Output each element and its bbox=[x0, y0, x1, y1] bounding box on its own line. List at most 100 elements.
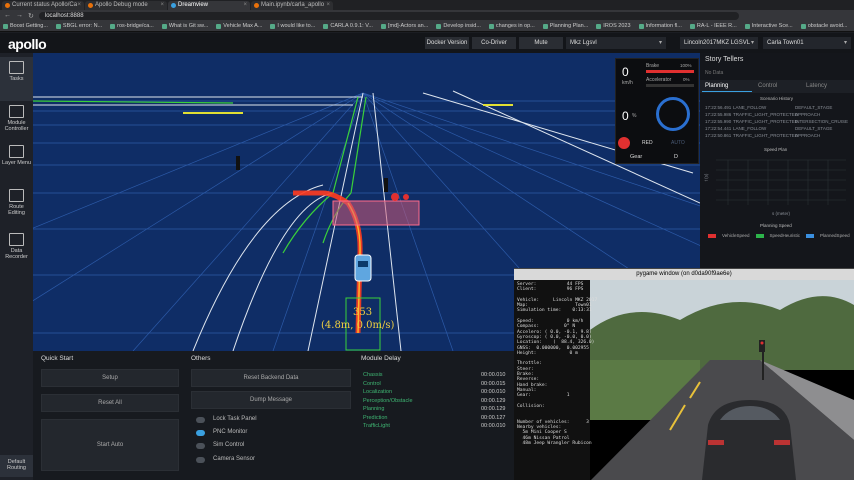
browser-tab[interactable]: Apollo Debug mode × bbox=[85, 0, 167, 10]
mute-button[interactable]: Mute bbox=[519, 37, 563, 49]
pygame-window[interactable]: pygame window (on d0da90f9ae6e) Server: … bbox=[514, 268, 854, 480]
bookmark-item[interactable]: Planning Plan... bbox=[542, 23, 588, 29]
scenario-cell: TRAFFIC_LIGHT_PROTECTED bbox=[733, 119, 799, 124]
scenario-cell: DEFAULT_STAGE bbox=[795, 126, 833, 131]
scenario-cell: 17:22:55.986 bbox=[705, 112, 732, 117]
url-input[interactable]: localhost:8888 bbox=[38, 11, 739, 20]
sidebar-item-route-editing[interactable]: Route Editing bbox=[0, 185, 33, 229]
docker-version-button[interactable]: Docker Version bbox=[425, 37, 469, 49]
browser-tab[interactable]: Current status Apollo/Ca × bbox=[2, 0, 84, 10]
scenario-cell: LANE_FOLLOW bbox=[733, 126, 767, 131]
bookmark-item[interactable]: ros-bridge/ca... bbox=[110, 23, 154, 29]
bookmark-item[interactable]: Interactive Sce... bbox=[744, 23, 793, 29]
tab-planning[interactable]: Planning bbox=[702, 81, 752, 92]
scenario-cell: LANE_FOLLOW bbox=[733, 105, 767, 110]
bookmark-label: Develop insid... bbox=[443, 23, 481, 29]
sidebar-item-tasks[interactable]: Tasks bbox=[0, 57, 33, 101]
bookmark-item[interactable]: What is Git sw... bbox=[161, 23, 208, 29]
sim-control-toggle[interactable] bbox=[196, 443, 205, 449]
close-tab-icon[interactable]: × bbox=[243, 2, 247, 8]
bookmark-item[interactable]: SBGL error: N... bbox=[55, 23, 103, 29]
bookmark-label: CARLA 0.9.1: V... bbox=[330, 23, 373, 29]
scenario-cell: APPROACH bbox=[795, 133, 821, 138]
sidebar-item-module-controller[interactable]: Module Controller bbox=[0, 101, 33, 145]
planning-speed-title: Planning Speed bbox=[760, 223, 792, 228]
module-delay-value: 00:00.129 bbox=[481, 397, 506, 404]
planning-speed-legend: VehicleSpeed SpeedHeuristic PlannedSpeed bbox=[708, 233, 850, 238]
lane-lines bbox=[33, 96, 367, 254]
close-tab-icon[interactable]: × bbox=[160, 2, 164, 8]
traffic-light-2 bbox=[384, 178, 388, 192]
tab-latency[interactable]: Latency bbox=[806, 81, 851, 92]
bookmark-item[interactable]: Boost Getting... bbox=[3, 23, 48, 29]
steering-value: 0 bbox=[622, 109, 629, 123]
browser-tab[interactable]: Main.ipynb/carla_apollo × bbox=[251, 0, 333, 10]
address-bar-row: ← → ↻ localhost:8888 bbox=[0, 10, 854, 21]
reset-backend-data-button[interactable]: Reset Backend Data bbox=[191, 369, 351, 387]
scenario-cell: APPROACH bbox=[795, 112, 821, 117]
sidebar-item-layer-menu[interactable]: Layer Menu bbox=[0, 141, 33, 185]
vehicle-select[interactable]: Lincoln2017MKZ LGSVL ▾ bbox=[680, 37, 758, 49]
bookmark-item[interactable]: obstacle avoid... bbox=[800, 23, 847, 29]
bookmark-item[interactable]: [md]-Actors an... bbox=[380, 23, 428, 29]
bookmark-label: Information fl... bbox=[645, 23, 682, 29]
bookmark-favicon-icon bbox=[270, 23, 276, 29]
reload-icon[interactable]: ↻ bbox=[28, 12, 34, 20]
tab-favicon-icon bbox=[254, 2, 259, 8]
module-delay-value: 00:00.015 bbox=[481, 380, 506, 387]
bookmark-item[interactable]: Information fl... bbox=[638, 23, 682, 29]
bookmark-favicon-icon bbox=[110, 23, 116, 29]
story-tabs: Planning Control Latency bbox=[700, 80, 854, 93]
sidebar-item-data-recorder[interactable]: Data Recorder bbox=[0, 229, 33, 273]
legend-label: VehicleSpeed bbox=[722, 233, 750, 238]
setup-button[interactable]: Setup bbox=[41, 369, 179, 387]
map-select[interactable]: Carla Town01 ▾ bbox=[763, 37, 851, 49]
bookmark-label: Vehicle Max A... bbox=[223, 23, 263, 29]
close-tab-icon[interactable]: × bbox=[77, 2, 81, 8]
bookmark-label: SBGL error: N... bbox=[62, 23, 103, 29]
legend-swatch bbox=[806, 233, 815, 238]
bookmark-favicon-icon bbox=[3, 23, 8, 29]
ego-car-light-right bbox=[774, 440, 790, 445]
pnc-monitor-label: PNC Monitor bbox=[213, 429, 248, 435]
bookmark-item[interactable]: IROS 2023 bbox=[596, 23, 631, 29]
scenario-cell: 17:22:50.861 bbox=[705, 133, 732, 138]
module-delay-value: 00:00.010 bbox=[481, 389, 506, 395]
dump-message-button[interactable]: Dump Message bbox=[191, 391, 351, 409]
mode-select[interactable]: Mkz Lgsvl ▾ bbox=[566, 37, 666, 49]
module-delay-value: 00:00.010 bbox=[481, 372, 506, 378]
bookmark-favicon-icon bbox=[689, 23, 695, 29]
scenario-cell: 17:22:55.990 bbox=[705, 119, 732, 124]
module-delay-name: Chassis bbox=[363, 372, 383, 378]
bookmark-item[interactable]: Vehicle Max A... bbox=[216, 23, 262, 29]
legend-swatch bbox=[708, 233, 716, 238]
bookmark-item[interactable]: CARLA 0.9.1: V... bbox=[323, 23, 373, 29]
start-auto-button[interactable]: Start Auto bbox=[41, 419, 179, 471]
tab-control[interactable]: Control bbox=[758, 81, 803, 92]
lock-task-panel-toggle[interactable] bbox=[196, 417, 205, 423]
co-driver-button[interactable]: Co-Driver bbox=[472, 37, 516, 49]
reset-all-button[interactable]: Reset All bbox=[41, 394, 179, 412]
stop-fence bbox=[332, 200, 420, 226]
vehicle-status-hud: 0 km/h Brake 100% Accelerator 0% 0 % RED… bbox=[615, 58, 699, 164]
speed-plan-x-label: s (meter) bbox=[772, 211, 790, 216]
obstacle-position-label: (4.8m, 0.0m/s) bbox=[321, 320, 395, 331]
camera-sensor-toggle[interactable] bbox=[196, 457, 205, 463]
module-delay-title: Module Delay bbox=[361, 355, 401, 362]
module-delay-name: Localization bbox=[363, 389, 393, 395]
forward-icon[interactable]: → bbox=[16, 12, 23, 19]
bookmark-item[interactable]: I would like to... bbox=[270, 23, 315, 29]
legend-label: PlannedSpeed bbox=[820, 233, 850, 238]
bookmark-item[interactable]: Develop insid... bbox=[436, 23, 481, 29]
bookmark-favicon-icon bbox=[488, 23, 494, 29]
close-tab-icon[interactable]: × bbox=[326, 2, 330, 8]
default-routing-button[interactable]: Default Routing bbox=[0, 455, 33, 477]
pnc-monitor-toggle[interactable] bbox=[196, 430, 205, 436]
bookmark-item[interactable]: RA-L - IEEE R... bbox=[689, 23, 737, 29]
browser-tab-active[interactable]: Dreamview × bbox=[168, 0, 250, 10]
scenario-cell: 17:22:56.491 bbox=[705, 105, 732, 110]
bookmark-item[interactable]: changes in op... bbox=[488, 23, 535, 29]
speed-plan-chart bbox=[716, 159, 846, 205]
tab-favicon-icon bbox=[171, 2, 176, 8]
back-icon[interactable]: ← bbox=[4, 12, 11, 19]
